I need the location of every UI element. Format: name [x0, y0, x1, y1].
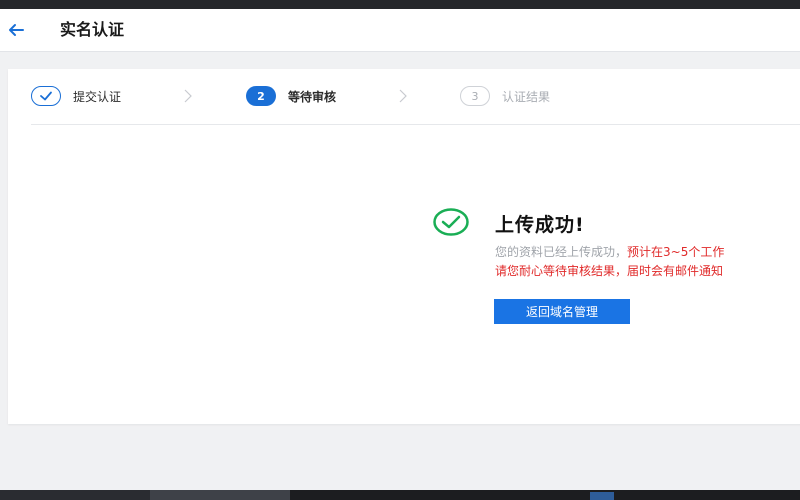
- page-header: 实名认证: [0, 9, 800, 52]
- chevron-right-icon: [399, 89, 407, 103]
- taskbar: [0, 490, 800, 500]
- step-1-label: 提交认证: [73, 89, 122, 104]
- step-2-label: 等待审核: [288, 89, 337, 104]
- taskbar-segment-active[interactable]: [150, 490, 290, 500]
- taskbar-app-icon[interactable]: [590, 492, 614, 500]
- email-notice-text: 届时会有邮件通知: [627, 264, 724, 278]
- steps-bar: 提交认证 2 等待审核 3 认证结果: [8, 69, 800, 125]
- upload-success-text: 您的资料已经上传成功，: [495, 245, 628, 259]
- step-2-indicator: 2: [246, 86, 276, 106]
- result-message-line-1: 您的资料已经上传成功，预计在3~5个工作: [495, 243, 724, 260]
- result-message-line-2: 请您耐心等待审核结果，届时会有邮件通知: [495, 262, 723, 279]
- back-button[interactable]: [7, 21, 25, 39]
- step-3-indicator: 3: [460, 86, 490, 106]
- estimate-text: 预计在3~5个工作: [627, 245, 725, 259]
- page-title: 实名认证: [60, 20, 125, 39]
- chevron-right-icon: [184, 89, 192, 103]
- step-review: 2 等待审核: [246, 85, 336, 107]
- step-submit: 提交认证: [31, 85, 121, 107]
- back-to-domain-management-button[interactable]: 返回域名管理: [494, 299, 630, 324]
- taskbar-segment: [0, 490, 150, 500]
- content-card: 提交认证 2 等待审核 3 认证结果 上传成功! 您的资料已经上传成功，预计在3…: [8, 69, 800, 424]
- check-icon: [40, 91, 52, 101]
- window-top-bar: [0, 0, 800, 9]
- wait-text: 请您耐心等待审核结果，: [495, 264, 628, 278]
- step-1-indicator: [31, 86, 61, 106]
- step-3-label: 认证结果: [502, 89, 551, 104]
- arrow-left-icon: [9, 24, 24, 36]
- steps-divider: [31, 124, 800, 125]
- success-headline: 上传成功!: [495, 214, 585, 236]
- step-result: 3 认证结果: [460, 85, 550, 107]
- check-circle-icon: [433, 208, 469, 236]
